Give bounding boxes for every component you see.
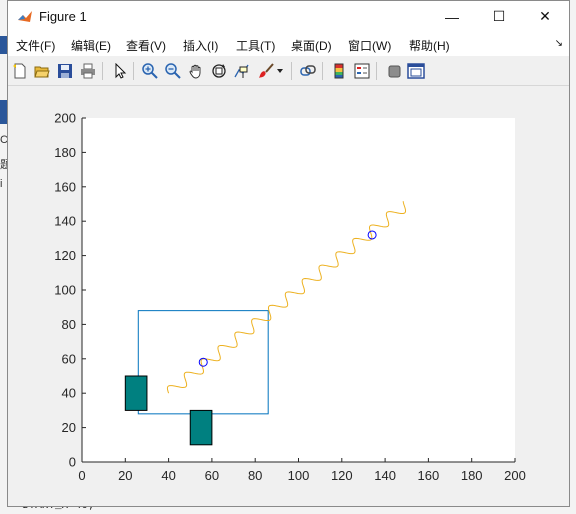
y-tick-label: 180 xyxy=(54,145,76,160)
y-tick-label: 120 xyxy=(54,248,76,263)
y-tick-label: 60 xyxy=(62,351,76,366)
x-tick-label: 40 xyxy=(161,468,175,483)
minimize-button[interactable]: — xyxy=(429,1,475,32)
colorbar-icon[interactable] xyxy=(330,62,348,80)
menu-window[interactable]: 窗口(W) xyxy=(348,37,391,54)
y-tick-label: 20 xyxy=(62,420,76,435)
x-tick-label: 180 xyxy=(461,468,483,483)
y-tick-label: 100 xyxy=(54,283,76,298)
link-plot-icon[interactable] xyxy=(299,62,317,80)
y-tick-label: 80 xyxy=(62,317,76,332)
save-icon[interactable] xyxy=(56,62,74,80)
menu-insert[interactable]: 插入(I) xyxy=(183,37,218,54)
y-tick-label: 140 xyxy=(54,214,76,229)
brush-icon[interactable] xyxy=(257,62,275,80)
toolbar-separator xyxy=(102,62,103,80)
open-file-icon[interactable] xyxy=(33,62,51,80)
maximize-button[interactable]: ☐ xyxy=(476,1,522,32)
plot-canvas[interactable]: 0 20 40 60 80 100 120 140 160 180 200 0 20 40 60 80 100… xyxy=(8,86,569,506)
x-tick-label: 60 xyxy=(205,468,219,483)
menu-tools[interactable]: 工具(T) xyxy=(236,37,275,54)
y-tick-label: 200 xyxy=(54,111,76,126)
toolbar-separator xyxy=(376,62,377,80)
toolbar-separator xyxy=(133,62,134,80)
x-tick-label: 80 xyxy=(248,468,262,483)
menu-help[interactable]: 帮助(H) xyxy=(409,37,450,54)
toolbar-separator xyxy=(291,62,292,80)
filled-rectangle xyxy=(124,375,148,411)
dock-figure-icon[interactable]: ↘ xyxy=(555,38,563,49)
maximize-icon: ☐ xyxy=(492,8,506,24)
rotate-3d-icon[interactable] xyxy=(210,62,228,80)
figure-toolbar xyxy=(8,56,569,86)
title-bar[interactable]: Figure 1 — ☐ ✕ xyxy=(8,1,569,32)
legend-icon[interactable] xyxy=(353,62,371,80)
x-tick-label: 140 xyxy=(374,468,396,483)
x-tick-label: 20 xyxy=(118,468,132,483)
x-tick-label: 120 xyxy=(331,468,353,483)
menu-view[interactable]: 查看(V) xyxy=(126,37,166,54)
data-cursor-icon[interactable] xyxy=(233,62,251,80)
filled-rectangle xyxy=(189,409,213,446)
menu-edit[interactable]: 编辑(E) xyxy=(71,37,111,54)
matlab-logo-icon xyxy=(17,9,33,25)
print-icon[interactable] xyxy=(79,62,97,80)
x-tick-label: 0 xyxy=(78,468,85,483)
window-title: Figure 1 xyxy=(39,9,87,24)
zoom-in-icon[interactable] xyxy=(141,62,159,80)
new-figure-icon[interactable] xyxy=(11,62,29,80)
pan-icon[interactable] xyxy=(187,62,205,80)
minimize-icon: — xyxy=(445,8,459,25)
menu-file[interactable]: 文件(F) xyxy=(16,37,55,54)
y-tick-label: 40 xyxy=(62,386,76,401)
zoom-out-icon[interactable] xyxy=(164,62,182,80)
x-tick-label: 200 xyxy=(504,468,526,483)
close-icon: ✕ xyxy=(539,8,551,24)
x-tick-label: 100 xyxy=(288,468,310,483)
menu-bar: 文件(F) 编辑(E) 查看(V) 插入(I) 工具(T) 桌面(D) 窗口(W… xyxy=(8,32,569,56)
close-button[interactable]: ✕ xyxy=(522,1,568,32)
figure-window: Figure 1 — ☐ ✕ 文件(F) 编辑(E) 查看(V) 插入(I) 工… xyxy=(7,0,570,507)
x-tick-label: 160 xyxy=(418,468,440,483)
brush-dropdown-icon[interactable] xyxy=(276,62,284,80)
menu-desktop[interactable]: 桌面(D) xyxy=(291,37,332,54)
y-tick-label: 0 xyxy=(69,455,76,470)
toolbar-separator xyxy=(322,62,323,80)
pointer-icon[interactable] xyxy=(111,62,129,80)
y-axis-ticks: 0 20 40 60 80 100 120 140 160 180 200 xyxy=(54,111,86,470)
show-plot-tools-icon[interactable] xyxy=(407,62,425,80)
y-tick-label: 160 xyxy=(54,179,76,194)
hide-plot-tools-icon[interactable] xyxy=(385,62,403,80)
